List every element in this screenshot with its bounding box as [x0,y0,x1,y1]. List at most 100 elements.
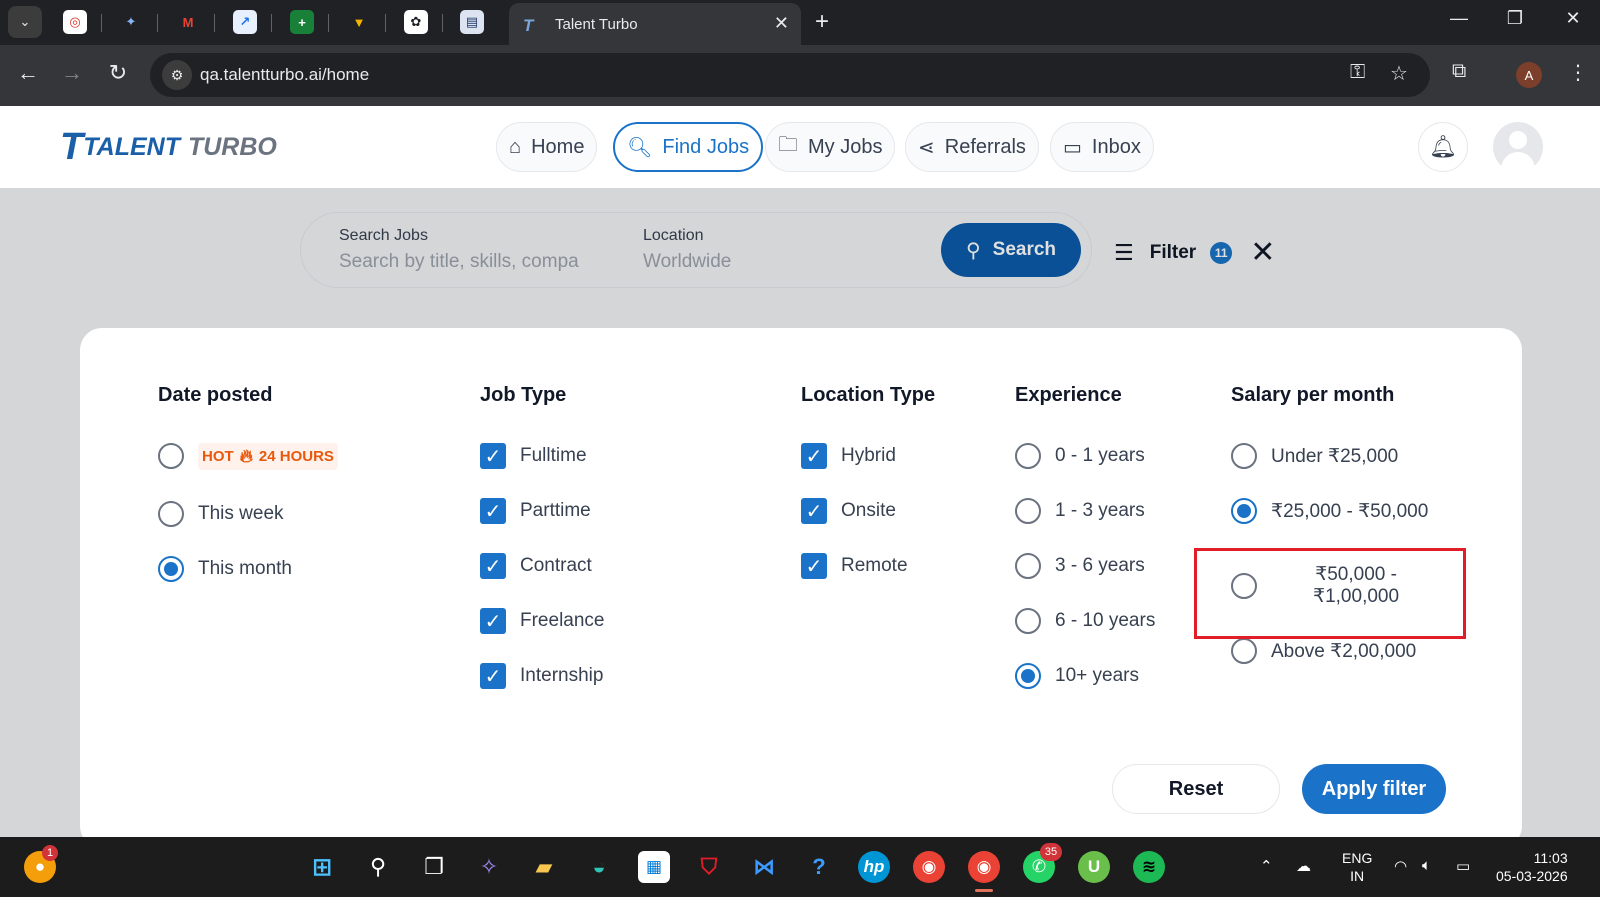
option-label: Under ₹25,000 [1271,445,1399,467]
volume-icon[interactable]: 🔈︎ [1422,857,1431,874]
experience-1-3[interactable]: 1 - 3 years [1015,498,1155,524]
restore-button[interactable]: ❐ [1500,8,1530,29]
new-tab-button[interactable]: + [815,8,829,36]
forward-button[interactable]: → [57,60,87,86]
battery-icon[interactable]: ▭ [1456,857,1470,875]
chrome-profile-icon[interactable]: ◉ [968,851,1000,883]
pinned-tab-1[interactable]: ◎ [63,10,87,34]
location-type-remote[interactable]: ✓ Remote [801,553,935,579]
more-menu-icon[interactable]: ⋮ [1568,60,1588,85]
nav-inbox[interactable]: ▭ Inbox [1050,122,1154,172]
pinned-tab-sheets[interactable]: + [290,10,314,34]
salary-25000-50000[interactable]: ₹25,000 - ₹50,000 [1231,498,1428,524]
radio-this-week[interactable] [158,501,184,527]
location-type-onsite[interactable]: ✓ Onsite [801,498,935,524]
radio-this-month[interactable] [158,556,184,582]
radio-24-hours[interactable] [158,443,184,469]
radio-experience-selected[interactable] [1015,663,1041,689]
checkbox-checked-icon[interactable]: ✓ [801,443,827,469]
spotify-icon[interactable]: ≋ [1133,851,1165,883]
checkbox-checked-icon[interactable]: ✓ [480,443,506,469]
logo-word-turbo: TURBO [187,132,277,161]
job-type-contract[interactable]: ✓ Contract [480,553,605,579]
start-icon[interactable]: ⊞ [306,851,338,883]
edge-icon[interactable]: ◒ [583,851,615,883]
radio-salary-selected[interactable] [1231,498,1257,524]
location-type-hybrid[interactable]: ✓ Hybrid [801,443,935,469]
radio-salary[interactable] [1231,638,1257,664]
pinned-tab-chatgpt[interactable]: ✿ [404,10,428,34]
close-window-button[interactable]: ✕ [1558,8,1588,29]
help-icon[interactable]: ? [803,851,835,883]
pinned-tab-8[interactable]: ▤ [460,10,484,34]
notifications-button[interactable]: 🔔︎ [1418,122,1468,172]
chrome-icon[interactable]: ◉ [913,851,945,883]
radio-salary[interactable] [1231,443,1257,469]
nav-my-jobs[interactable]: 🗀 My Jobs [765,122,896,172]
password-key-icon[interactable]: ⚿ [1350,61,1365,84]
back-button[interactable]: ← [13,60,43,86]
wifi-icon[interactable]: ◠ [1394,857,1407,875]
nav-home[interactable]: ⌂ Home [496,122,598,172]
date-option-24-hours[interactable]: HOT 🔥︎ 24 HOURS [158,442,338,470]
nav-find-jobs[interactable]: 🔍︎ Find Jobs [613,122,764,172]
search-icon[interactable]: ⚲ [362,851,394,883]
radio-experience[interactable] [1015,608,1041,634]
date-option-this-week[interactable]: This week [158,501,338,527]
user-avatar[interactable] [1493,122,1543,172]
job-type-parttime[interactable]: ✓ Parttime [480,498,605,524]
checkbox-checked-icon[interactable]: ✓ [801,553,827,579]
talent-turbo-logo[interactable]: T TALENT TURBO [60,126,277,168]
url-text[interactable]: qa.talentturbo.ai/home [200,65,369,85]
minimize-button[interactable]: — [1444,8,1474,29]
gmail-icon: M [182,14,194,30]
mcafee-icon[interactable]: ⛉ [693,851,725,883]
experience-10-plus[interactable]: 10+ years [1015,663,1155,689]
system-clock[interactable]: 11:03 05-03-2026 [1496,849,1568,885]
experience-3-6[interactable]: 3 - 6 years [1015,553,1155,579]
store-icon[interactable]: ▦ [638,851,670,883]
radio-experience[interactable] [1015,443,1041,469]
task-view-icon[interactable]: ❐ [418,851,450,883]
onedrive-icon[interactable]: ☁ [1296,857,1311,875]
salary-under-25000[interactable]: Under ₹25,000 [1231,443,1428,469]
checkbox-checked-icon[interactable]: ✓ [480,553,506,579]
site-info-icon[interactable]: ⚙ [162,60,192,90]
pinned-tab-4[interactable]: ↗ [233,10,257,34]
nav-referrals[interactable]: ⋖ Referrals [905,122,1039,172]
pinned-tab-gmail[interactable]: M [176,10,200,34]
copilot-icon[interactable]: ✧ [473,851,505,883]
checkbox-checked-icon[interactable]: ✓ [801,498,827,524]
experience-0-1[interactable]: 0 - 1 years [1015,443,1155,469]
hp-icon[interactable]: hp [858,851,890,883]
language-indicator[interactable]: ENG IN [1342,849,1372,885]
upwork-icon[interactable]: U [1078,851,1110,883]
tray-chevron-up-icon[interactable]: ⌃ [1260,857,1273,875]
reload-button[interactable]: ↻ [103,60,133,86]
address-bar[interactable]: ⚙ qa.talentturbo.ai/home ⚿ ☆ [150,53,1430,97]
checkbox-checked-icon[interactable]: ✓ [480,608,506,634]
experience-6-10[interactable]: 6 - 10 years [1015,608,1155,634]
job-type-fulltime[interactable]: ✓ Fulltime [480,443,605,469]
checkbox-checked-icon[interactable]: ✓ [480,663,506,689]
pinned-tab-gemini[interactable]: ✦ [119,10,143,34]
pinned-tab-vite[interactable]: ▼ [347,10,371,34]
apply-filter-button[interactable]: Apply filter [1302,764,1446,814]
bookmark-star-icon[interactable]: ☆ [1390,61,1408,86]
salary-above-200000[interactable]: Above ₹2,00,000 [1231,638,1428,664]
job-type-freelance[interactable]: ✓ Freelance [480,608,605,634]
radio-experience[interactable] [1015,498,1041,524]
reset-button[interactable]: Reset [1112,764,1280,814]
extensions-icon[interactable]: ⧉ [1452,60,1466,83]
active-tab[interactable]: T Talent Turbo ✕ [509,3,801,46]
vscode-icon[interactable]: ⋈ [748,851,780,883]
date-option-this-month[interactable]: This month [158,556,338,582]
browser-profile-avatar[interactable]: A [1516,62,1542,88]
file-explorer-icon[interactable]: ▰ [528,851,560,883]
radio-experience[interactable] [1015,553,1041,579]
close-tab-icon[interactable]: ✕ [774,13,789,34]
checkbox-checked-icon[interactable]: ✓ [480,498,506,524]
tab-search-button[interactable]: ⌄ [8,6,42,38]
app-header: T TALENT TURBO ⌂ Home 🔍︎ Find Jobs 🗀 My … [0,106,1600,188]
job-type-internship[interactable]: ✓ Internship [480,663,605,689]
